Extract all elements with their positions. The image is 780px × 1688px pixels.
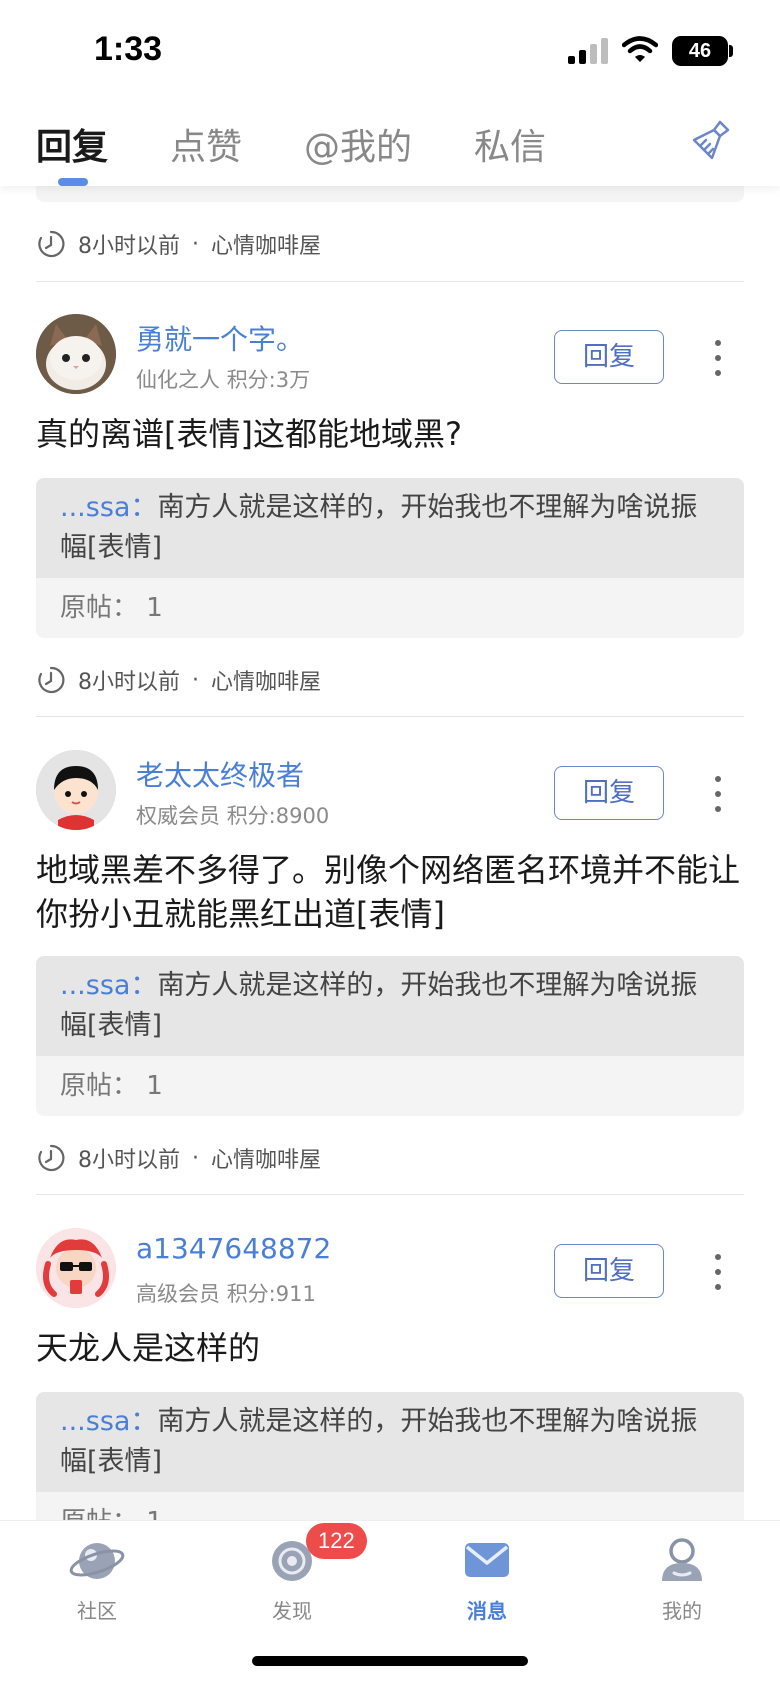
original-post-link[interactable]: 原帖： 1 bbox=[36, 1056, 744, 1116]
battery-tip bbox=[729, 45, 733, 57]
post-meta: 8小时以前 · 心情咖啡屋 bbox=[36, 660, 321, 700]
status-bar: 1:33 46 bbox=[0, 0, 780, 100]
quote-username[interactable]: ...ssa： bbox=[60, 1406, 157, 1437]
active-tab-indicator bbox=[58, 178, 88, 186]
user-meta: 高级会员 积分:911 bbox=[136, 1278, 316, 1308]
clock-icon bbox=[38, 230, 65, 258]
cartoon-boy-avatar-icon[interactable] bbox=[36, 750, 116, 830]
nav-profile[interactable]: 我的 bbox=[622, 1535, 742, 1624]
forum-name[interactable]: 心情咖啡屋 bbox=[211, 664, 321, 696]
user-rank: 仙化之人 bbox=[136, 368, 220, 392]
username[interactable]: 老太太终极者 bbox=[136, 754, 304, 794]
post-meta: 8小时以前 · 心情咖啡屋 bbox=[36, 224, 321, 264]
screen: 1:33 46 回复 点赞 @我的 私信 8小时以前 · 心情咖啡屋 勇就一个字… bbox=[0, 0, 780, 1688]
forum-name[interactable]: 心情咖啡屋 bbox=[211, 1142, 321, 1174]
nav-messages[interactable]: 消息 bbox=[427, 1535, 547, 1624]
reply-content: 真的离谱[表情]这都能地域黑? bbox=[36, 415, 462, 453]
nav-label: 消息 bbox=[467, 1599, 507, 1623]
origin-label: 原帖： bbox=[60, 593, 139, 623]
planet-icon bbox=[69, 1543, 125, 1579]
meta-separator: · bbox=[192, 667, 199, 693]
reply-button[interactable]: 回复 bbox=[554, 1244, 664, 1298]
username[interactable]: 勇就一个字。 bbox=[136, 318, 304, 358]
reply-button[interactable]: 回复 bbox=[554, 330, 664, 384]
reply-button[interactable]: 回复 bbox=[554, 766, 664, 820]
quoted-comment[interactable]: ...ssa：南方人就是这样的，开始我也不理解为啥说振幅[表情] 原帖： 1 bbox=[36, 478, 744, 638]
notification-badge: 122 bbox=[306, 1523, 367, 1559]
origin-label: 原帖： bbox=[60, 1071, 139, 1101]
user-rank: 权威会员 bbox=[136, 804, 220, 828]
divider bbox=[36, 716, 744, 717]
original-post-link[interactable]: 原帖： 1 bbox=[36, 578, 744, 638]
quote-text-block: ...ssa：南方人就是这样的，开始我也不理解为啥说振幅[表情] bbox=[36, 956, 744, 1056]
battery-indicator: 46 bbox=[672, 36, 728, 66]
time-ago: 8小时以前 bbox=[78, 670, 180, 695]
user-meta: 权威会员 积分:8900 bbox=[136, 800, 329, 830]
time-ago: 8小时以前 bbox=[78, 234, 180, 259]
clock-icon bbox=[38, 1144, 65, 1172]
status-time: 1:33 bbox=[94, 30, 163, 68]
more-options-icon[interactable] bbox=[712, 1254, 724, 1290]
more-options-icon[interactable] bbox=[712, 776, 724, 812]
tab-mentions[interactable]: @我的 bbox=[304, 118, 412, 170]
tab-private-messages[interactable]: 私信 bbox=[474, 118, 546, 170]
user-meta: 仙化之人 积分:3万 bbox=[136, 364, 310, 394]
message-tabs: 回复 点赞 @我的 私信 bbox=[0, 100, 780, 186]
quote-text-block: ...ssa：南方人就是这样的，开始我也不理解为啥说振幅[表情] bbox=[36, 478, 744, 578]
tab-replies[interactable]: 回复 bbox=[36, 118, 108, 170]
quote-text-block: ...ssa：南方人就是这样的，开始我也不理解为啥说振幅[表情] bbox=[36, 1392, 744, 1492]
more-options-icon[interactable] bbox=[712, 340, 724, 376]
divider bbox=[36, 1194, 744, 1195]
wifi-icon bbox=[622, 36, 658, 62]
user-points: 积分:8900 bbox=[226, 804, 330, 828]
time-ago: 8小时以前 bbox=[78, 1148, 180, 1173]
nav-label: 发现 bbox=[272, 1599, 312, 1623]
reply-content: 地域黑差不多得了。别像个网络匿名环境并不能让你扮小丑就能黑红出道[表情] bbox=[36, 851, 741, 933]
cellular-signal-icon bbox=[568, 38, 608, 64]
user-rank: 高级会员 bbox=[136, 1282, 220, 1306]
meta-separator: · bbox=[192, 1145, 199, 1171]
quote-username[interactable]: ...ssa： bbox=[60, 492, 157, 523]
home-indicator[interactable] bbox=[252, 1656, 528, 1666]
nav-label: 社区 bbox=[77, 1599, 117, 1623]
meta-separator: · bbox=[192, 231, 199, 257]
origin-value: 1 bbox=[146, 1071, 163, 1101]
mail-icon bbox=[465, 1543, 509, 1577]
user-points: 积分:911 bbox=[226, 1282, 316, 1306]
previous-quote-box bbox=[36, 186, 744, 202]
clear-broom-icon[interactable] bbox=[690, 118, 734, 162]
sunglasses-character-avatar-icon[interactable] bbox=[36, 1228, 116, 1308]
quoted-comment[interactable]: ...ssa：南方人就是这样的，开始我也不理解为啥说振幅[表情] 原帖： 1 bbox=[36, 956, 744, 1116]
nav-community[interactable]: 社区 bbox=[37, 1535, 157, 1624]
tab-likes[interactable]: 点赞 bbox=[170, 118, 242, 170]
cat-avatar-icon[interactable] bbox=[36, 314, 116, 394]
user-points: 积分:3万 bbox=[226, 368, 311, 392]
post-meta: 8小时以前 · 心情咖啡屋 bbox=[36, 1138, 321, 1178]
clock-icon bbox=[38, 666, 65, 694]
reply-content: 天龙人是这样的 bbox=[36, 1329, 261, 1367]
quote-username[interactable]: ...ssa： bbox=[60, 970, 157, 1001]
username[interactable]: a1347648872 bbox=[136, 1232, 331, 1265]
nav-label: 我的 bbox=[662, 1599, 702, 1623]
divider bbox=[36, 281, 744, 282]
origin-value: 1 bbox=[146, 593, 163, 623]
forum-name[interactable]: 心情咖啡屋 bbox=[211, 228, 321, 260]
profile-icon bbox=[662, 1538, 702, 1581]
